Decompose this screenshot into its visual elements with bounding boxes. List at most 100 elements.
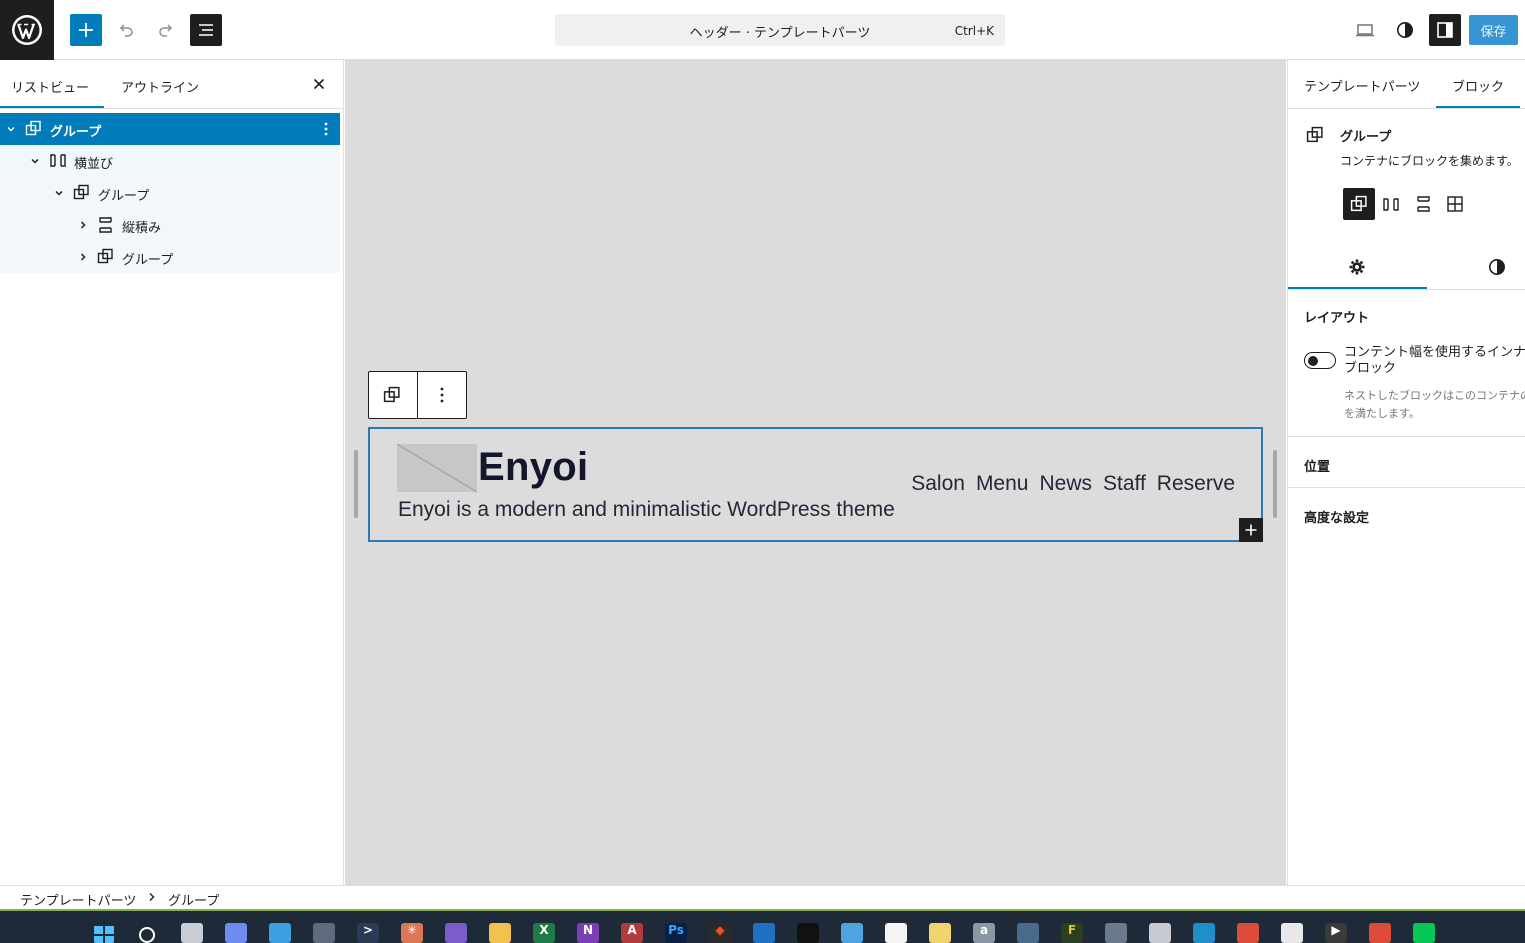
- breadcrumb-template-part[interactable]: テンプレートパーツ: [20, 890, 136, 909]
- stack-icon: [1416, 196, 1430, 212]
- variation-row-button[interactable]: [1375, 188, 1407, 220]
- ftp-icon[interactable]: F: [1061, 923, 1083, 943]
- breadcrumb-group[interactable]: グループ: [168, 890, 219, 909]
- photos-icon[interactable]: [269, 923, 291, 943]
- chevron-down-icon[interactable]: [53, 187, 65, 199]
- onenote-icon[interactable]: N: [577, 923, 599, 943]
- redo-button[interactable]: [150, 14, 182, 46]
- notepad-icon[interactable]: [841, 923, 863, 943]
- contrast-icon: [1397, 22, 1413, 38]
- position-panel-heading[interactable]: 位置: [1304, 456, 1330, 475]
- list-item-row[interactable]: 横並び: [0, 145, 340, 177]
- start-icon[interactable]: [93, 923, 115, 943]
- site-tagline[interactable]: Enyoi is a modern and minimalistic WordP…: [398, 498, 895, 522]
- globe-icon[interactable]: [1017, 923, 1039, 943]
- task-view-icon[interactable]: [181, 923, 203, 943]
- lock-icon[interactable]: [1105, 923, 1127, 943]
- nav-item-reserve[interactable]: Reserve: [1157, 472, 1235, 496]
- slack-icon[interactable]: [1281, 923, 1303, 943]
- toggle-knob: [1308, 356, 1318, 366]
- resize-handle-right[interactable]: [1273, 450, 1277, 518]
- tab-styles[interactable]: [1488, 258, 1506, 276]
- document-overview-button[interactable]: [190, 14, 222, 46]
- layout-panel-heading[interactable]: レイアウト: [1304, 307, 1369, 326]
- chevron-right-icon[interactable]: [77, 251, 89, 263]
- list-item-group[interactable]: グループ: [0, 177, 340, 209]
- chevron-down-icon[interactable]: [5, 123, 17, 135]
- vscode-icon[interactable]: [753, 923, 775, 943]
- chevron-right-icon[interactable]: [77, 219, 89, 231]
- notebook-icon[interactable]: [885, 923, 907, 943]
- stack-icon: [99, 217, 112, 233]
- settings-panel: テンプレートパーツ ブロック グループ コンテナにブロックを集めます。 レイアウ…: [1287, 60, 1525, 885]
- block-options-button[interactable]: [440, 387, 444, 403]
- player-icon[interactable]: ▶: [1325, 923, 1347, 943]
- editor-header: ヘッダー · テンプレートパーツ Ctrl+K 保存: [0, 0, 1525, 60]
- editor-canvas[interactable]: Enyoi Enyoi is a modern and minimalistic…: [345, 60, 1286, 885]
- more-options-icon[interactable]: [324, 121, 328, 137]
- command-palette-button[interactable]: ヘッダー · テンプレートパーツ Ctrl+K: [555, 14, 1005, 46]
- document-title: ヘッダー · テンプレートパーツ: [689, 26, 871, 41]
- active-tab-indicator: [0, 106, 104, 108]
- save-button[interactable]: 保存: [1469, 15, 1518, 45]
- sidebar-icon: [1437, 22, 1453, 38]
- wordpress-logo-button[interactable]: [0, 0, 54, 60]
- list-item-group[interactable]: グループ: [0, 241, 340, 273]
- block-type-button[interactable]: [383, 386, 401, 404]
- photoshop-icon[interactable]: Ps: [665, 923, 687, 943]
- toolbar-divider: [417, 372, 418, 418]
- active-subtab-indicator: [1288, 287, 1427, 289]
- edge-icon[interactable]: [1193, 923, 1215, 943]
- advanced-panel-heading[interactable]: 高度な設定: [1304, 507, 1369, 526]
- nav-item-salon[interactable]: Salon: [911, 472, 965, 496]
- app-icon[interactable]: [797, 923, 819, 943]
- file-explorer-icon[interactable]: [489, 923, 511, 943]
- selected-group-block[interactable]: Enyoi Enyoi is a modern and minimalistic…: [368, 427, 1263, 542]
- notes-icon[interactable]: [929, 923, 951, 943]
- list-item-label: 縦積み: [122, 221, 162, 236]
- list-item-group[interactable]: グループ: [0, 113, 340, 145]
- line-icon[interactable]: [1413, 923, 1435, 943]
- list-item-stack[interactable]: 縦積み: [0, 209, 340, 241]
- chrome-profile-icon[interactable]: [1369, 923, 1391, 943]
- variation-grid-button[interactable]: [1439, 188, 1471, 220]
- tab-outline[interactable]: アウトライン: [121, 77, 199, 96]
- close-icon: [313, 78, 325, 90]
- obsidian-icon[interactable]: [445, 923, 467, 943]
- claude-icon[interactable]: ✳: [401, 923, 423, 943]
- chrome-icon[interactable]: [1237, 923, 1259, 943]
- tab-block[interactable]: ブロック: [1452, 76, 1504, 95]
- device-preview-button[interactable]: [1349, 14, 1381, 46]
- undo-button[interactable]: [110, 14, 142, 46]
- figma-icon[interactable]: ◆: [709, 923, 731, 943]
- styles-button[interactable]: [1389, 14, 1421, 46]
- contrast-icon: [1489, 259, 1505, 275]
- search-icon[interactable]: [137, 923, 159, 943]
- tab-list-view[interactable]: リストビュー: [11, 77, 89, 96]
- os-taskbar: > ✳ X N A Ps ◆ a F ▶: [0, 911, 1525, 943]
- add-inner-block-button[interactable]: [1239, 518, 1263, 542]
- site-title[interactable]: Enyoi: [478, 445, 588, 490]
- variation-group-button[interactable]: [1343, 188, 1375, 220]
- terminal-icon[interactable]: >: [357, 923, 379, 943]
- remote-icon[interactable]: [313, 923, 335, 943]
- excel-icon[interactable]: X: [533, 923, 555, 943]
- copilot-icon[interactable]: [225, 923, 247, 943]
- content-width-toggle[interactable]: [1304, 352, 1336, 369]
- content-width-toggle-label[interactable]: コンテント幅を使用するインナーブロック: [1344, 345, 1525, 377]
- nav-item-menu[interactable]: Menu: [976, 472, 1029, 496]
- resize-handle-left[interactable]: [354, 450, 358, 518]
- dictionary-icon[interactable]: a: [973, 923, 995, 943]
- variation-stack-button[interactable]: [1407, 188, 1439, 220]
- github-icon[interactable]: [1149, 923, 1171, 943]
- add-block-button[interactable]: [70, 14, 102, 46]
- settings-sidebar-button[interactable]: [1429, 14, 1461, 46]
- close-panel-button[interactable]: [312, 77, 326, 91]
- site-logo-placeholder[interactable]: [397, 444, 477, 492]
- nav-item-news[interactable]: News: [1039, 472, 1092, 496]
- tab-template-part[interactable]: テンプレートパーツ: [1304, 76, 1420, 95]
- nav-item-staff[interactable]: Staff: [1103, 472, 1146, 496]
- tab-settings[interactable]: [1348, 258, 1366, 276]
- chevron-down-icon[interactable]: [29, 155, 41, 167]
- access-icon[interactable]: A: [621, 923, 643, 943]
